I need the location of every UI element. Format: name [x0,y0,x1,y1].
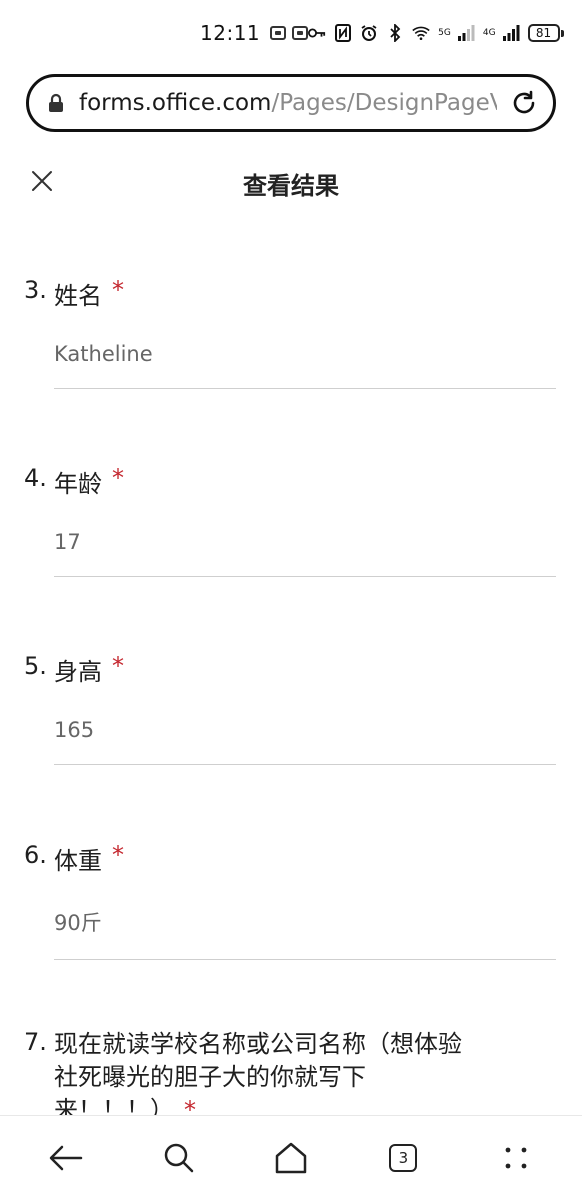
status-time: 12:11 [200,21,261,45]
bottom-navigation: 3 [0,1115,582,1200]
url-text[interactable]: forms.office.com/Pages/DesignPageV [79,90,497,116]
question-number: 4. [24,464,47,492]
question-number: 3. [24,276,47,304]
signal-icon [457,24,475,42]
question-school: 7. 现在就读学校名称或公司名称（想体验 社死曝光的胆子大的你就写下来！！！） * [24,1028,558,1115]
tabs-icon[interactable]: 3 [383,1138,423,1178]
question-number: 5. [24,652,47,680]
question-name: 3. 姓名 * Katheline [24,276,558,396]
question-number: 6. [24,841,47,869]
back-arrow-icon[interactable] [46,1138,86,1178]
answer-field: 17 [54,530,556,577]
question-age: 4. 年龄 * 17 [24,464,558,584]
bluetooth-icon [386,24,404,42]
required-marker: * [112,841,124,869]
question-weight: 6. 体重 * 90斤 [24,841,558,961]
network-type-label: 5G [438,27,451,38]
nfc-icon [334,24,352,42]
status-icons: 5G 4G 81 [308,24,564,42]
signal-icon [502,24,520,42]
required-marker: * [112,464,124,492]
answer-field: 90斤 [54,907,556,960]
question-number: 7. [24,1028,47,1056]
battery-icon: 81 [527,24,564,42]
address-bar[interactable]: forms.office.com/Pages/DesignPageV [26,74,556,132]
question-title-line: 来！！！） [54,1096,174,1115]
search-icon[interactable] [159,1138,199,1178]
required-marker: * [112,652,124,680]
question-label: 6. 体重 * [24,841,558,876]
notification-icons [270,26,309,40]
page-title: 查看结果 [243,172,339,200]
question-title: 年龄 [54,470,102,498]
reload-icon[interactable] [509,88,539,118]
required-marker: * [112,276,124,304]
question-height: 5. 身高 * 165 [24,652,558,772]
question-label: 3. 姓名 * [24,276,558,311]
question-title: 姓名 [54,282,102,310]
app-notification-icon [270,26,287,40]
lock-icon [47,93,65,113]
url-path: /Pages/DesignPageV [271,90,497,116]
question-label: 7. 现在就读学校名称或公司名称（想体验 社死曝光的胆子大的你就写下来！！！） * [24,1028,558,1115]
alarm-icon [360,24,378,42]
question-title-line: 现在就读学校名称或公司名称（想体验 [54,1030,462,1058]
key-icon [308,24,326,42]
battery-level: 81 [527,24,560,42]
browser-page: 12:11 5G 4G 81 forms.office.com/Pages/De… [0,0,582,1200]
url-domain: forms.office.com [79,90,272,116]
question-title-line: 社死曝光的胆子大的你就写下 [54,1063,366,1091]
network-type-label: 4G [482,27,496,38]
question-label: 4. 年龄 * [24,464,558,499]
wifi-icon [412,24,430,42]
status-bar: 12:11 5G 4G 81 [0,0,582,66]
answer-field: 165 [54,718,556,765]
answer-field: Katheline [54,342,556,389]
tabs-count: 3 [389,1144,418,1172]
question-title: 现在就读学校名称或公司名称（想体验 社死曝光的胆子大的你就写下来！！！） * [54,1028,462,1115]
question-title: 身高 [54,658,102,686]
question-title: 体重 [54,847,102,875]
required-marker: * [184,1096,196,1115]
app-notification-icon [292,26,309,40]
menu-dots-icon[interactable] [496,1138,536,1178]
question-label: 5. 身高 * [24,652,558,687]
home-icon[interactable] [271,1138,311,1178]
